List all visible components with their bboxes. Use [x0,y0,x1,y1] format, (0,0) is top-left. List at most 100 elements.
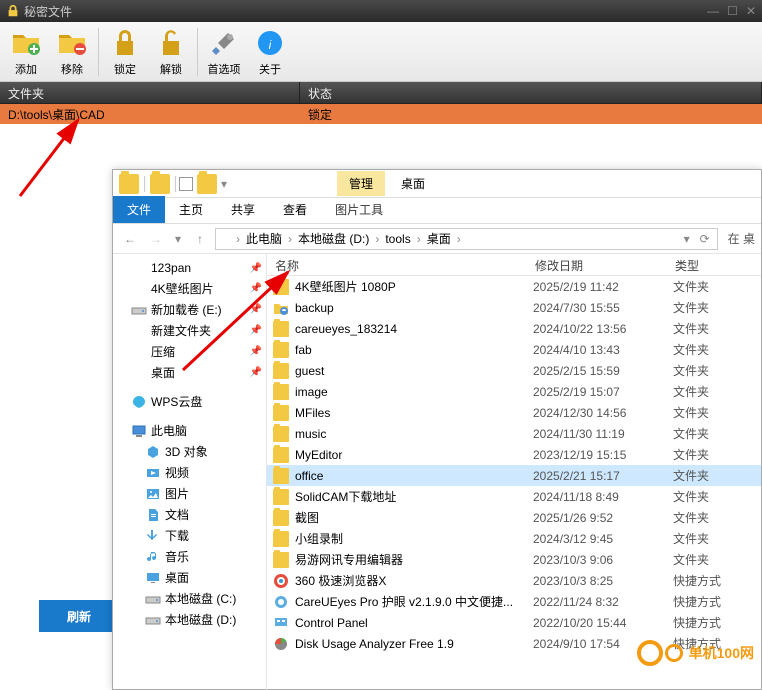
file-type: 快捷方式 [673,593,721,610]
tab-picture-tools[interactable]: 图片工具 [321,196,397,223]
file-row[interactable]: MyEditor2023/12/19 15:15文件夹 [267,444,761,465]
nav-back-button[interactable]: ← [119,228,141,250]
tree-item[interactable]: 新建文件夹📌 [113,320,266,341]
tree-item[interactable]: 新加载卷 (E:)📌 [113,299,266,320]
tree-item-label: 文档 [165,506,189,523]
lock-closed-icon [109,27,141,59]
toolbar-separator [98,28,99,76]
file-row[interactable]: 截图2025/1/26 9:52文件夹 [267,507,761,528]
column-type[interactable]: 类型 [667,254,761,275]
tree-item[interactable]: 4K壁纸图片📌 [113,278,266,299]
folder-icon[interactable] [150,174,170,194]
column-folder[interactable]: 文件夹 [0,82,300,103]
file-type: 文件夹 [673,425,709,442]
file-type: 文件夹 [673,488,709,505]
nav-forward-button[interactable]: → [145,228,167,250]
file-name: office [295,469,533,483]
file-row[interactable]: careueyes_1832142024/10/22 13:56文件夹 [267,318,761,339]
tree-item[interactable]: 桌面 [113,567,266,588]
file-date: 2024/4/10 13:43 [533,343,673,357]
file-row[interactable]: SolidCAM下载地址2024/11/18 8:49文件夹 [267,486,761,507]
cell-path: D:\tools\桌面\CAD [0,104,300,125]
tree-item[interactable]: 文档 [113,504,266,525]
file-row[interactable]: 4K壁纸图片 1080P2025/2/19 11:42文件夹 [267,276,761,297]
tab-view[interactable]: 查看 [269,196,321,223]
file-row[interactable]: 360 极速浏览器X2023/10/3 8:25快捷方式 [267,570,761,591]
nav-up-button[interactable]: ↑ [189,228,211,250]
nav-tree[interactable]: 123pan📌4K壁纸图片📌新加载卷 (E:)📌新建文件夹📌压缩📌桌面📌WPS云… [113,254,267,690]
add-button[interactable]: 添加 [4,24,48,80]
minimize-button[interactable]: — [707,4,719,18]
tab-home[interactable]: 主页 [165,196,217,223]
unlock-button[interactable]: 解锁 [149,24,193,80]
download-icon [145,528,161,544]
file-row[interactable]: CareUEyes Pro 护眼 v2.1.9.0 中文便捷...2022/11… [267,591,761,612]
titlebar[interactable]: 秘密文件 — ☐ ✕ [0,0,762,22]
file-row[interactable]: 小组录制2024/3/12 9:45文件夹 [267,528,761,549]
tree-item[interactable]: 本地磁盘 (C:) [113,588,266,609]
file-name: Control Panel [295,616,533,630]
file-row[interactable]: image2025/2/19 15:07文件夹 [267,381,761,402]
logo-icon [637,640,663,666]
breadcrumb-bar[interactable]: › 此电脑 › 本地磁盘 (D:) › tools › 桌面 › ▾ ⟳ [215,228,718,250]
image-icon [145,486,161,502]
tree-item-label: 压缩 [151,343,175,360]
tree-item[interactable]: 下载 [113,525,266,546]
folder-icon [131,323,147,339]
tree-item[interactable]: 本地磁盘 (D:) [113,609,266,630]
file-row[interactable]: Control Panel2022/10/20 15:44快捷方式 [267,612,761,633]
breadcrumb[interactable]: 此电脑 [242,230,286,247]
file-date: 2024/11/30 11:19 [533,427,673,441]
addr-refresh-button[interactable]: ⟳ [697,228,713,250]
refresh-button[interactable]: 刷新 [39,600,119,632]
column-status[interactable]: 状态 [300,82,762,103]
tree-item[interactable]: 123pan📌 [113,258,266,278]
column-date[interactable]: 修改日期 [527,254,667,275]
maximize-button[interactable]: ☐ [727,4,738,18]
search-hint[interactable]: 在 桌 [728,230,755,247]
nav-recent-button[interactable]: ▾ [171,228,185,250]
remove-button[interactable]: 移除 [50,24,94,80]
file-type: 文件夹 [673,320,709,337]
file-row[interactable]: backup2024/7/30 15:55文件夹 [267,297,761,318]
breadcrumb[interactable]: 桌面 [423,230,455,247]
file-row[interactable]: fab2024/4/10 13:43文件夹 [267,339,761,360]
pin-icon: 📌 [250,304,262,315]
drive-icon [145,612,161,628]
tree-item[interactable]: 3D 对象 [113,441,266,462]
column-name[interactable]: 名称 [267,254,527,275]
tree-item[interactable]: 图片 [113,483,266,504]
svg-text:i: i [269,38,272,52]
tree-item[interactable]: 压缩📌 [113,341,266,362]
tree-item[interactable]: 音乐 [113,546,266,567]
file-name: 360 极速浏览器X [295,572,533,589]
tab-share[interactable]: 共享 [217,196,269,223]
addr-dropdown-button[interactable]: ▾ [679,228,695,250]
file-type: 文件夹 [673,341,709,358]
tree-item[interactable]: 桌面📌 [113,362,266,383]
checkbox-icon[interactable] [179,177,193,191]
tree-item[interactable]: 此电脑 [113,420,266,441]
lock-button[interactable]: 锁定 [103,24,147,80]
file-row[interactable]: office2025/2/21 15:17文件夹 [267,465,761,486]
close-button[interactable]: ✕ [746,4,756,18]
tree-item[interactable]: 视频 [113,462,266,483]
file-date: 2022/11/24 8:32 [533,595,673,609]
file-name: backup [295,301,533,315]
tab-file[interactable]: 文件 [113,196,165,223]
options-button[interactable]: 首选项 [202,24,246,80]
breadcrumb[interactable]: tools [381,232,414,246]
breadcrumb[interactable]: 本地磁盘 (D:) [294,230,373,247]
folder-icon[interactable] [119,174,139,194]
file-row[interactable]: MFiles2024/12/30 14:56文件夹 [267,402,761,423]
about-button[interactable]: i 关于 [248,24,292,80]
file-row[interactable]: guest2025/2/15 15:59文件夹 [267,360,761,381]
file-row[interactable]: 易游网讯专用编辑器2023/10/3 9:06文件夹 [267,549,761,570]
dropdown-icon[interactable]: ▾ [221,177,227,191]
file-date: 2024/10/22 13:56 [533,322,673,336]
list-row[interactable]: D:\tools\桌面\CAD 锁定 [0,104,762,124]
tree-item[interactable]: WPS云盘 [113,391,266,412]
folder-icon[interactable] [197,174,217,194]
file-row[interactable]: music2024/11/30 11:19文件夹 [267,423,761,444]
manage-tab[interactable]: 管理 [337,171,385,196]
